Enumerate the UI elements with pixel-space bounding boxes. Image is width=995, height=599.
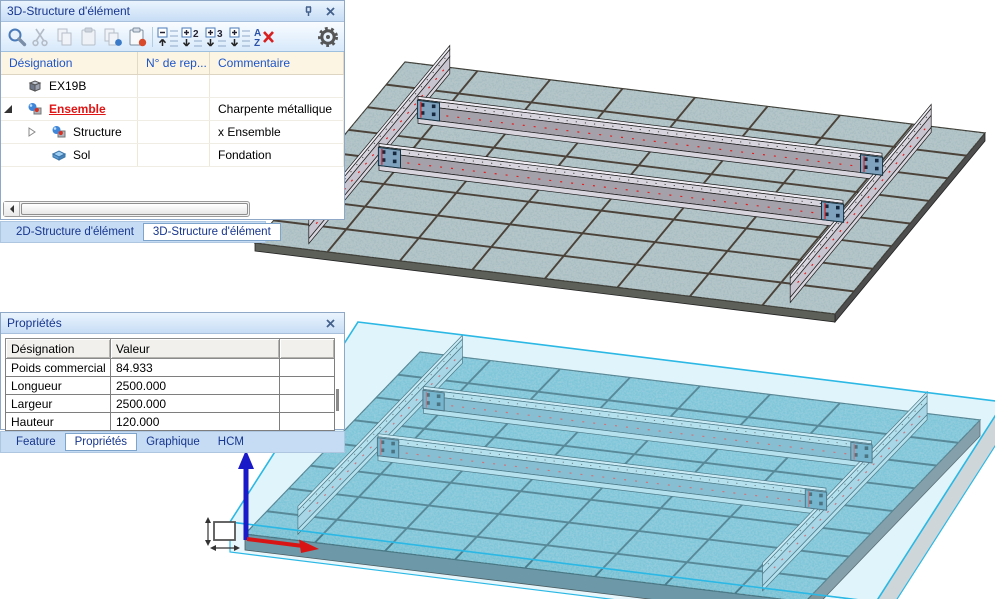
svg-text:2: 2 bbox=[193, 29, 199, 40]
part-icon bbox=[27, 79, 43, 93]
tree-label: Structure bbox=[73, 125, 122, 139]
assembly-icon bbox=[27, 102, 43, 116]
prop-column-designation[interactable]: Désignation bbox=[5, 338, 111, 359]
property-row[interactable]: Poids commercial84.933 bbox=[5, 359, 335, 377]
close-icon[interactable] bbox=[322, 315, 338, 331]
tab-hcm[interactable]: HCM bbox=[209, 434, 253, 450]
expander-collapsed-icon[interactable] bbox=[27, 127, 37, 137]
copy-button[interactable] bbox=[53, 24, 77, 49]
property-row[interactable]: Largeur2500.000 bbox=[5, 395, 335, 413]
expand-level-3-button[interactable]: 3 bbox=[204, 24, 228, 49]
gear-icon bbox=[317, 26, 339, 48]
tree-row-structure[interactable]: Structure x Ensemble bbox=[1, 121, 344, 144]
pin-icon[interactable] bbox=[300, 3, 316, 19]
tab-graphique[interactable]: Graphique bbox=[137, 434, 209, 450]
structure-toolbar: 2 3 A Z bbox=[1, 22, 344, 52]
model-view-normal[interactable] bbox=[255, 46, 985, 323]
property-row[interactable]: Longueur2500.000 bbox=[5, 377, 335, 395]
tree-row-ensemble[interactable]: Ensemble Charpente métallique bbox=[1, 98, 344, 121]
panel-title: 3D-Structure d'élément bbox=[7, 4, 130, 18]
expand-level-2-icon: 2 bbox=[180, 25, 204, 49]
cut-button[interactable] bbox=[29, 24, 53, 49]
properties-tabstrip: Feature Propriétés Graphique HCM bbox=[0, 431, 345, 453]
search-button[interactable] bbox=[5, 24, 29, 49]
tree-row-ex19b[interactable]: EX19B bbox=[1, 75, 344, 98]
remove-sorting-button[interactable]: A Z bbox=[252, 24, 276, 49]
paste-button[interactable] bbox=[77, 24, 101, 49]
search-icon bbox=[6, 26, 28, 48]
horizontal-scrollbar[interactable] bbox=[3, 201, 250, 217]
prop-column-valeur[interactable]: Valeur bbox=[111, 338, 280, 359]
tree-label: Sol bbox=[73, 148, 90, 162]
paste-contents-button[interactable] bbox=[125, 24, 149, 49]
tab-2d-structure[interactable]: 2D-Structure d'élément bbox=[7, 224, 143, 240]
panel-structure: 3D-Structure d'élément bbox=[0, 0, 345, 220]
paste-icon bbox=[78, 26, 100, 48]
column-header-ref[interactable]: N° de rep... bbox=[138, 52, 210, 74]
structure-tabstrip: 2D-Structure d'élément 3D-Structure d'él… bbox=[0, 221, 266, 243]
paste-contents-icon bbox=[126, 26, 148, 48]
structure-table-header: Désignation N° de rep... Commentaire bbox=[1, 52, 344, 75]
property-row[interactable]: Hauteur120.000 bbox=[5, 413, 335, 431]
column-header-designation[interactable]: Désignation bbox=[1, 52, 138, 74]
tree-row-sol[interactable]: Sol Fondation bbox=[1, 144, 344, 167]
tree-label: EX19B bbox=[49, 79, 86, 93]
copy-contents-button[interactable] bbox=[101, 24, 125, 49]
remove-sorting-icon: A Z bbox=[252, 25, 276, 49]
tab-3d-structure[interactable]: 3D-Structure d'élément bbox=[143, 223, 281, 241]
tab-feature[interactable]: Feature bbox=[7, 434, 65, 450]
tab-proprietes[interactable]: Propriétés bbox=[65, 433, 137, 451]
copy-icon bbox=[54, 26, 76, 48]
expand-level-3-icon: 3 bbox=[204, 25, 228, 49]
svg-text:3: 3 bbox=[217, 29, 223, 40]
expand-all-icon bbox=[228, 25, 252, 49]
settings-button[interactable] bbox=[316, 24, 340, 49]
panel-structure-titlebar[interactable]: 3D-Structure d'élément bbox=[1, 1, 344, 22]
scrollbar-thumb[interactable] bbox=[21, 203, 248, 215]
resize-widget-icon bbox=[205, 517, 240, 551]
slab-icon bbox=[51, 148, 67, 162]
svg-text:Z: Z bbox=[254, 38, 260, 49]
properties-table: Désignation Valeur Poids commercial84.93… bbox=[5, 338, 335, 431]
expander-expanded-icon[interactable] bbox=[3, 104, 13, 114]
expand-all-button[interactable] bbox=[228, 24, 252, 49]
close-icon[interactable] bbox=[322, 3, 338, 19]
scissors-icon bbox=[30, 26, 52, 48]
tree-label-selected: Ensemble bbox=[49, 102, 106, 116]
collapse-all-button[interactable] bbox=[156, 24, 180, 49]
collapse-all-icon bbox=[156, 25, 180, 49]
assembly-icon bbox=[51, 125, 67, 139]
panel-title: Propriétés bbox=[7, 316, 62, 330]
vertical-scrollbar-thumb[interactable] bbox=[336, 389, 339, 411]
panel-properties-titlebar[interactable]: Propriétés bbox=[1, 313, 344, 334]
expand-level-2-button[interactable]: 2 bbox=[180, 24, 204, 49]
scroll-left-button[interactable] bbox=[4, 202, 20, 216]
copy-contents-icon bbox=[102, 26, 124, 48]
prop-column-extra bbox=[280, 338, 335, 359]
panel-properties: Propriétés Désignation Valeur Poids comm… bbox=[0, 312, 345, 430]
column-header-comment[interactable]: Commentaire bbox=[210, 52, 344, 74]
